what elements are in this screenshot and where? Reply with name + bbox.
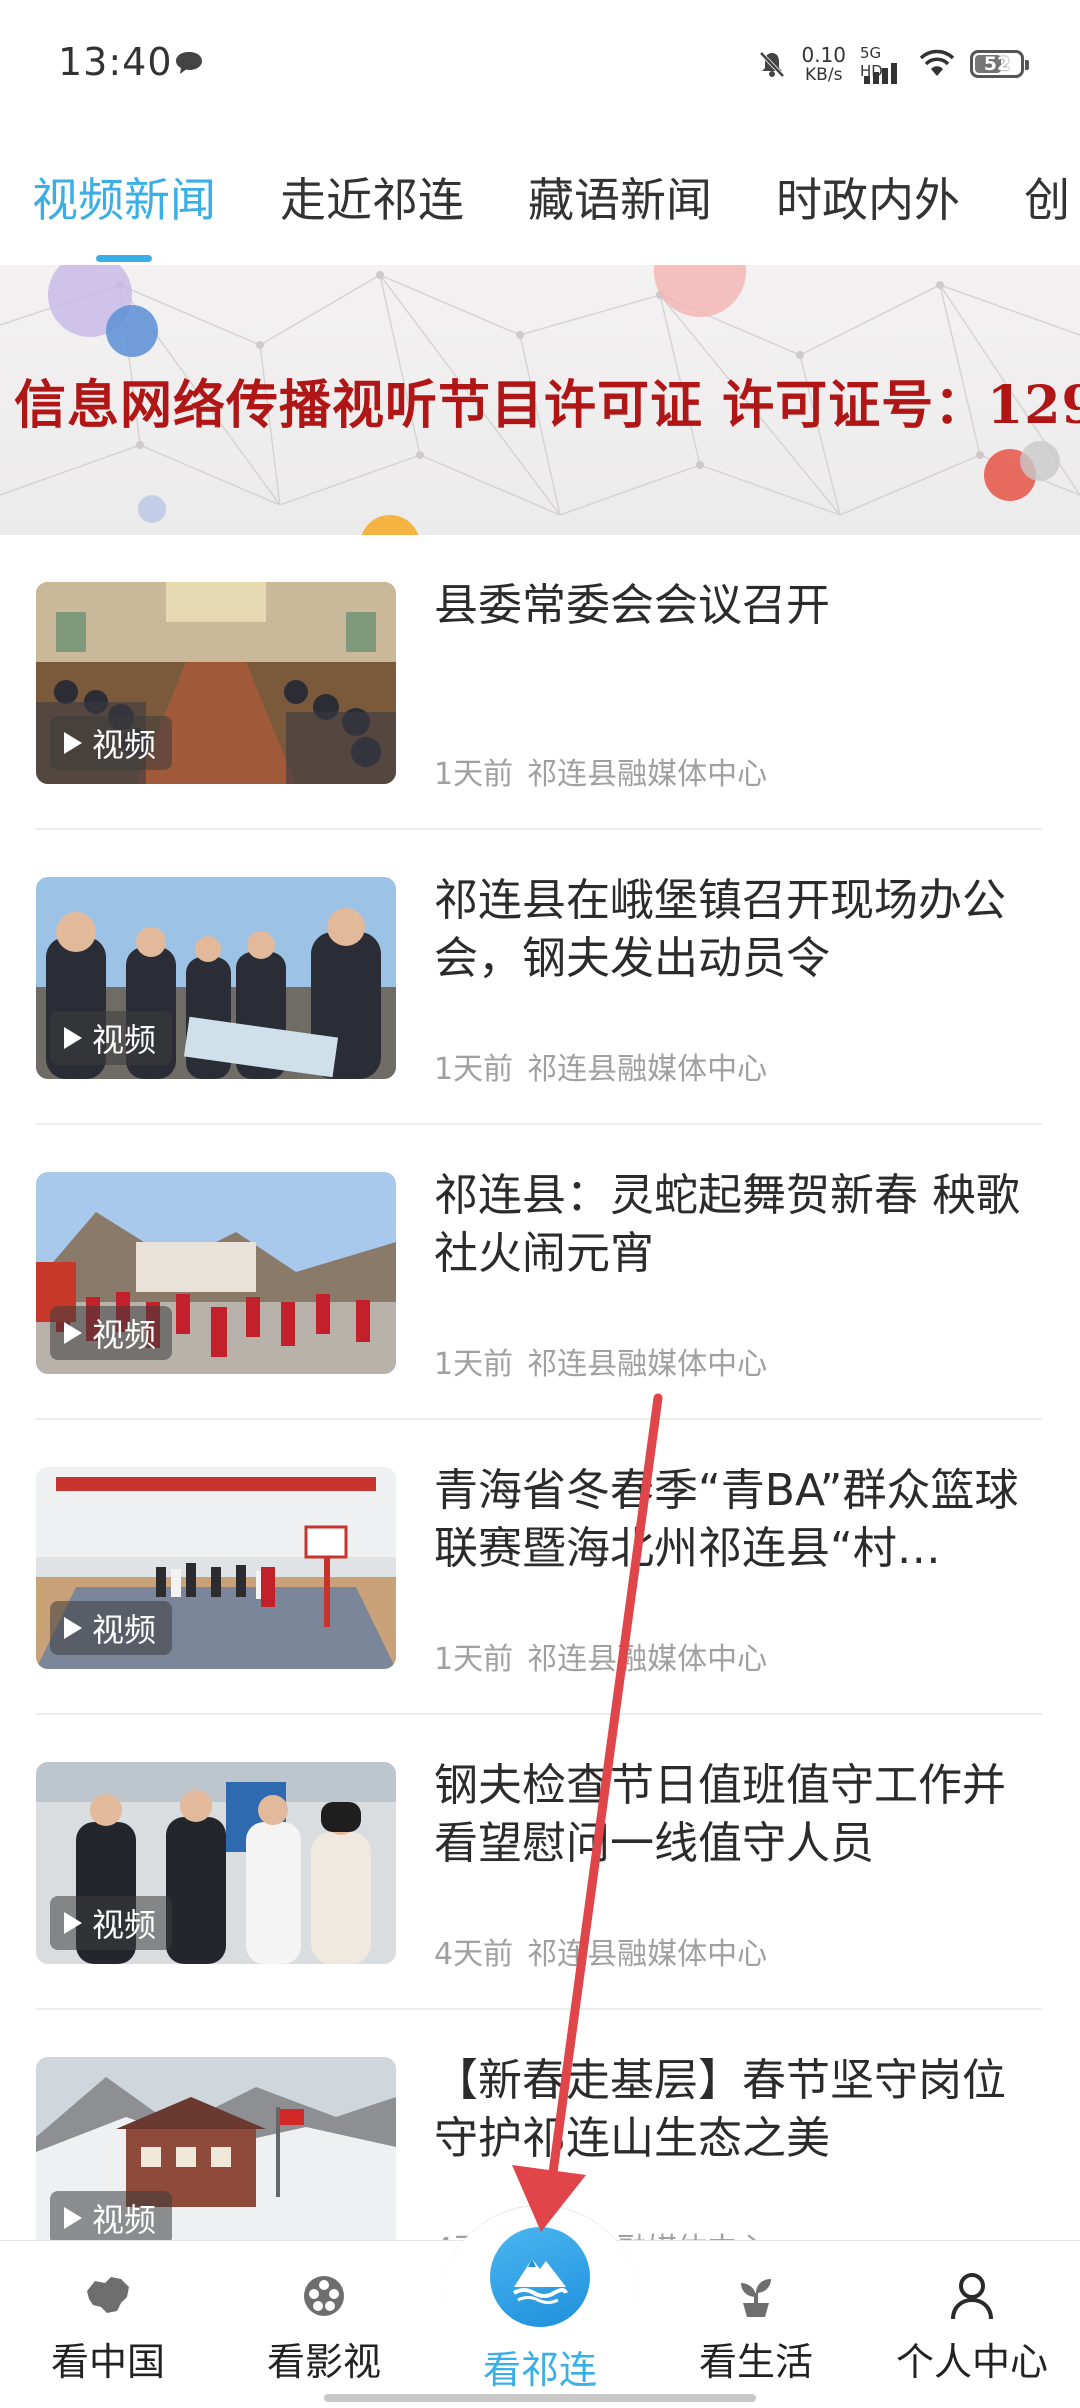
nav-label: 看祁连 — [482, 2348, 597, 2392]
chat-icon — [176, 52, 202, 74]
video-badge-label: 视频 — [92, 1021, 157, 1059]
battery-icon: 52 — [970, 50, 1029, 78]
nav-item-china[interactable]: 看中国 — [0, 2241, 216, 2408]
china-map-icon — [87, 2277, 129, 2313]
tab-approach-qilian[interactable]: 走近祁连 — [280, 150, 464, 262]
news-title: 钢夫检查节日值班值守工作并看望慰问一线值守人员 — [434, 1760, 1006, 1869]
news-thumbnail: 视频 — [36, 1172, 396, 1374]
play-icon — [64, 1617, 82, 1639]
video-badge-label: 视频 — [92, 1611, 157, 1649]
news-thumbnail: 视频 — [36, 2057, 396, 2259]
news-item[interactable]: 视频 青海省冬春季“青BA”群众篮球联赛暨海北州祁连县“村… 1天前 祁连县融媒体… — [36, 1420, 1042, 1715]
tab-truncated[interactable]: 创 — [1024, 150, 1070, 262]
news-source: 祁连县融媒体中心 — [527, 1347, 768, 1382]
news-title: 祁连县在峨堡镇召开现场办公会，钢夫发出动员令 — [434, 875, 1006, 984]
net-speed-unit: KB/s — [805, 64, 843, 85]
play-icon — [64, 2207, 82, 2229]
play-icon — [64, 1912, 82, 1934]
nav-label: 看影视 — [266, 2340, 381, 2384]
news-source: 祁连县融媒体中心 — [527, 1052, 768, 1087]
news-item[interactable]: 视频 祁连县：灵蛇起舞贺新春 秧歌社火闹元宵 1天前 祁连县融媒体中心 — [36, 1125, 1042, 1420]
home-indicator[interactable] — [324, 2394, 756, 2402]
news-meta: 1天前 祁连县融媒体中心 — [434, 749, 767, 793]
news-thumbnail: 视频 — [36, 1467, 396, 1669]
nav-item-film[interactable]: 看影视 — [216, 2241, 432, 2408]
nav-label: 个人中心 — [895, 2340, 1048, 2384]
video-badge: 视频 — [50, 1896, 173, 1950]
news-meta: 1天前 祁连县融媒体中心 — [434, 1634, 767, 1678]
nav-item-life[interactable]: 看生活 — [648, 2241, 864, 2408]
news-time: 4天前 — [434, 1937, 514, 1972]
video-badge: 视频 — [50, 1306, 173, 1360]
news-meta: 1天前 祁连县融媒体中心 — [434, 1339, 767, 1383]
news-source: 祁连县融媒体中心 — [527, 1937, 768, 1972]
play-icon — [64, 1027, 82, 1049]
net-speed: 0.10 KB/s — [801, 45, 846, 84]
status-time: 13:40 — [58, 40, 173, 84]
tab-politics[interactable]: 时政内外 — [776, 150, 960, 262]
news-meta: 4天前祁连县融媒体中心 — [434, 1929, 767, 1973]
license-banner[interactable]: 信息网络传播视听节目许可证 许可证号：129420020 — [0, 265, 1080, 535]
video-badge: 视频 — [50, 2191, 173, 2245]
news-title: 县委常委会会议召开 — [434, 580, 830, 631]
video-badge-label: 视频 — [92, 1906, 157, 1944]
video-badge-label: 视频 — [92, 1316, 157, 1354]
nav-label: 看中国 — [50, 2340, 165, 2384]
news-item[interactable]: 视频 钢夫检查节日值班值守工作并看望慰问一线值守人员 4天前 祁连县融媒体中心 — [36, 1715, 1042, 2010]
news-time: 1天前 — [434, 1347, 514, 1382]
news-source: 祁连县融媒体中心 — [527, 1642, 768, 1677]
nav-label: 看生活 — [698, 2340, 813, 2384]
news-list: 视频 县委常委会会议召开 1天前 祁连县融媒体中心 视频 祁连县在峨堡镇召开现场… — [36, 535, 1042, 2305]
video-badge-label: 视频 — [92, 726, 157, 764]
nav-item-profile[interactable]: 个人中心 — [864, 2241, 1080, 2408]
news-thumbnail: 视频 — [36, 582, 396, 784]
banner-license-text: 信息网络传播视听节目许可证 许可证号：129420020 — [14, 375, 1080, 436]
signal-icon — [864, 63, 897, 84]
person-icon — [951, 2273, 993, 2320]
battery-level: 52 — [983, 53, 1011, 75]
bottom-navigation: 看中国 看影视 看祁连 看生活 个人中心 — [0, 2205, 1080, 2408]
play-icon — [64, 732, 82, 754]
tab-video-news[interactable]: 视频新闻 — [32, 150, 216, 262]
news-time: 1天前 — [434, 1052, 514, 1087]
news-time: 1天前 — [434, 757, 514, 792]
news-source: 祁连县融媒体中心 — [527, 757, 768, 792]
video-badge: 视频 — [50, 1601, 173, 1655]
status-icons: 0.10 KB/s 5G HD 52 — [757, 40, 1029, 88]
video-badge: 视频 — [50, 716, 173, 770]
news-thumbnail: 视频 — [36, 877, 396, 1079]
video-badge-label: 视频 — [92, 2201, 157, 2239]
news-title: 祁连县：灵蛇起舞贺新春 秧歌社火闹元宵 — [434, 1170, 1020, 1279]
wifi-icon — [919, 49, 955, 76]
news-item[interactable]: 视频 祁连县在峨堡镇召开现场办公会，钢夫发出动员令 1天前 祁连县融媒体中心 — [36, 830, 1042, 1125]
mountain-logo-icon[interactable] — [490, 2227, 590, 2327]
status-bar: 13:40 0.10 KB/s 5G HD 52 — [0, 0, 1080, 120]
sprout-icon — [741, 2279, 771, 2317]
news-title: 青海省冬春季“青BA”群众篮球联赛暨海北州祁连县“村… — [434, 1465, 1019, 1574]
category-tabs: 视频新闻 走近祁连 藏语新闻 时政内外 创 — [0, 150, 1080, 262]
news-title: 【新春走基层】春节坚守岗位守护祁连山生态之美 — [434, 2055, 1006, 2164]
video-badge: 视频 — [50, 1011, 173, 1065]
mute-bell-icon — [760, 51, 785, 78]
play-icon — [64, 1322, 82, 1344]
news-thumbnail: 视频 — [36, 1762, 396, 1964]
film-reel-icon — [304, 2276, 344, 2316]
signal-group: 5G HD — [860, 44, 904, 84]
news-item[interactable]: 视频 县委常委会会议召开 1天前 祁连县融媒体中心 — [36, 535, 1042, 830]
net-speed-value: 0.10 — [801, 42, 846, 67]
tab-tibetan-news[interactable]: 藏语新闻 — [528, 150, 712, 262]
news-meta: 1天前 祁连县融媒体中心 — [434, 1044, 767, 1088]
news-time: 1天前 — [434, 1642, 514, 1677]
